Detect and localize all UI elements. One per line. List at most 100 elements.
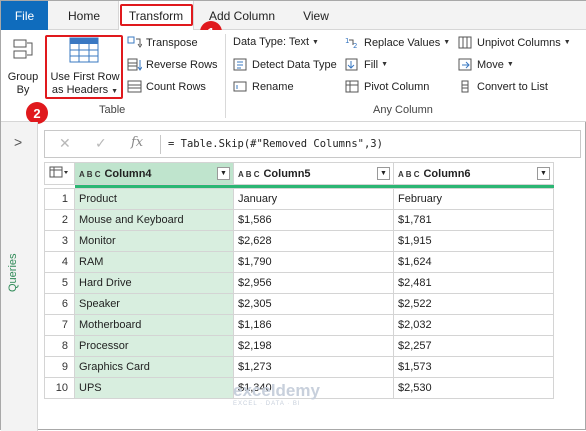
row-number[interactable]: 10 <box>44 377 75 399</box>
table-cell[interactable]: $1,186 <box>233 314 394 336</box>
table-group-label: Table <box>99 104 126 116</box>
chevron-down-icon: ▼ <box>381 61 388 68</box>
unpivot-columns-button[interactable]: Unpivot Columns ▼ <box>458 36 571 49</box>
table-cell[interactable]: Speaker <box>74 293 234 315</box>
column-filter-button[interactable]: ▼ <box>217 167 230 180</box>
table-cell[interactable]: $2,522 <box>393 293 554 315</box>
table-cell[interactable]: $1,573 <box>393 356 554 378</box>
commit-icon[interactable]: ✓ <box>95 135 107 152</box>
table-row[interactable]: 7 Motherboard $1,186 $2,032 <box>44 314 554 336</box>
expand-pane-icon[interactable]: > <box>14 134 22 150</box>
row-number[interactable]: 8 <box>44 335 75 357</box>
table-cell[interactable]: January <box>233 188 394 210</box>
pivot-column-button[interactable]: Pivot Column <box>345 80 429 93</box>
table-cell[interactable]: $2,481 <box>393 272 554 294</box>
table-cell[interactable]: $1,273 <box>233 356 394 378</box>
table-row[interactable]: 4 RAM $1,790 $1,624 <box>44 251 554 273</box>
table-row[interactable]: 6 Speaker $2,305 $2,522 <box>44 293 554 315</box>
row-number[interactable]: 9 <box>44 356 75 378</box>
column-filter-button[interactable]: ▼ <box>537 167 550 180</box>
data-type-dropdown[interactable]: Data Type: Text ▼ <box>233 36 319 48</box>
column-header-column5[interactable]: A B C Column5 ▼ <box>233 162 394 185</box>
table-row[interactable]: 5 Hard Drive $2,956 $2,481 <box>44 272 554 294</box>
row-number[interactable]: 2 <box>44 209 75 231</box>
convert-to-list-button[interactable]: Convert to List <box>458 80 548 93</box>
row-number[interactable]: 5 <box>44 272 75 294</box>
tab-home[interactable]: Home <box>59 1 109 30</box>
detect-data-type-label: Detect Data Type <box>252 58 337 71</box>
text-type-icon[interactable]: A B C <box>238 170 259 179</box>
table-cell[interactable]: RAM <box>74 251 234 273</box>
table-row[interactable]: 8 Processor $2,198 $2,257 <box>44 335 554 357</box>
move-button[interactable]: Move ▼ <box>458 58 514 71</box>
pivot-column-icon <box>345 80 359 93</box>
use-first-row-highlight <box>45 35 123 99</box>
formula-bar: ✕ ✓ fx = Table.Skip(#"Removed Columns",3… <box>44 130 581 158</box>
table-cell[interactable]: Mouse and Keyboard <box>74 209 234 231</box>
row-number[interactable]: 7 <box>44 314 75 336</box>
table-cell[interactable]: Hard Drive <box>74 272 234 294</box>
table-cell[interactable]: $1,915 <box>393 230 554 252</box>
table-cell[interactable]: $2,956 <box>233 272 394 294</box>
queries-pane-title[interactable]: Queries <box>7 253 19 292</box>
watermark: exceldemy EXCEL · DATA · BI <box>233 381 320 407</box>
grid-body: 1 Product January February 2 Mouse and Keyboa… <box>44 188 554 399</box>
count-rows-button[interactable]: Count Rows <box>127 80 206 93</box>
row-number[interactable]: 6 <box>44 293 75 315</box>
window-frame: File Home Transform Add Column View 1 Gr… <box>0 0 586 431</box>
table-cell[interactable]: Processor <box>74 335 234 357</box>
row-number[interactable]: 3 <box>44 230 75 252</box>
tab-file[interactable]: File <box>1 1 48 30</box>
text-type-icon[interactable]: A B C <box>79 170 100 179</box>
formula-input[interactable]: = Table.Skip(#"Removed Columns",3) <box>168 138 383 150</box>
table-cell[interactable]: February <box>393 188 554 210</box>
column-header-column4[interactable]: A B C Column4 ▼ <box>74 162 234 185</box>
column-header-column6[interactable]: A B C Column6 ▼ <box>393 162 554 185</box>
table-row[interactable]: 2 Mouse and Keyboard $1,586 $1,781 <box>44 209 554 231</box>
tab-view[interactable]: View <box>293 1 339 30</box>
group-by-label-2: By <box>16 84 30 96</box>
table-cell[interactable]: $1,624 <box>393 251 554 273</box>
watermark-name: exceldemy <box>233 381 320 400</box>
table-cell[interactable]: $2,530 <box>393 377 554 399</box>
cancel-icon[interactable]: ✕ <box>59 135 71 152</box>
table-cell[interactable]: Graphics Card <box>74 356 234 378</box>
group-by-icon <box>13 38 35 67</box>
row-number[interactable]: 1 <box>44 188 75 210</box>
fx-icon[interactable]: fx <box>131 135 143 150</box>
count-rows-label: Count Rows <box>146 80 206 93</box>
table-row[interactable]: 3 Monitor $2,628 $1,915 <box>44 230 554 252</box>
table-cell[interactable]: $1,781 <box>393 209 554 231</box>
table-cell[interactable]: $2,198 <box>233 335 394 357</box>
row-number[interactable]: 4 <box>44 251 75 273</box>
table-cell[interactable]: Product <box>74 188 234 210</box>
transpose-button[interactable]: Transpose <box>127 36 198 49</box>
detect-data-type-button[interactable]: Detect Data Type <box>233 58 337 71</box>
column-filter-button[interactable]: ▼ <box>377 167 390 180</box>
table-row[interactable]: 1 Product January February <box>44 188 554 210</box>
table-row[interactable]: 9 Graphics Card $1,273 $1,573 <box>44 356 554 378</box>
rename-button[interactable]: Rename <box>233 80 294 93</box>
table-cell[interactable]: UPS <box>74 377 234 399</box>
move-icon <box>458 58 472 71</box>
group-by-button[interactable]: Group By <box>5 71 41 97</box>
table-cell[interactable]: $2,257 <box>393 335 554 357</box>
table-cell[interactable]: $2,032 <box>393 314 554 336</box>
table-cell[interactable]: Motherboard <box>74 314 234 336</box>
chevron-down-icon: ▼ <box>563 39 571 46</box>
chevron-down-icon: ▼ <box>506 61 514 68</box>
replace-values-label: Replace Values <box>364 36 441 49</box>
replace-values-button[interactable]: 12 Replace Values ▼ <box>345 36 450 50</box>
reverse-rows-button[interactable]: Reverse Rows <box>127 58 218 71</box>
text-type-icon[interactable]: A B C <box>398 170 419 179</box>
table-cell[interactable]: $2,305 <box>233 293 394 315</box>
convert-to-list-icon <box>461 80 469 93</box>
table-cell[interactable]: $1,790 <box>233 251 394 273</box>
table-menu-button[interactable] <box>44 162 75 185</box>
count-rows-icon <box>127 80 142 93</box>
table-cell[interactable]: $2,628 <box>233 230 394 252</box>
table-cell[interactable]: $1,586 <box>233 209 394 231</box>
fill-button[interactable]: Fill ▼ <box>345 58 388 71</box>
column-header-label: Column4 <box>104 167 152 180</box>
table-cell[interactable]: Monitor <box>74 230 234 252</box>
